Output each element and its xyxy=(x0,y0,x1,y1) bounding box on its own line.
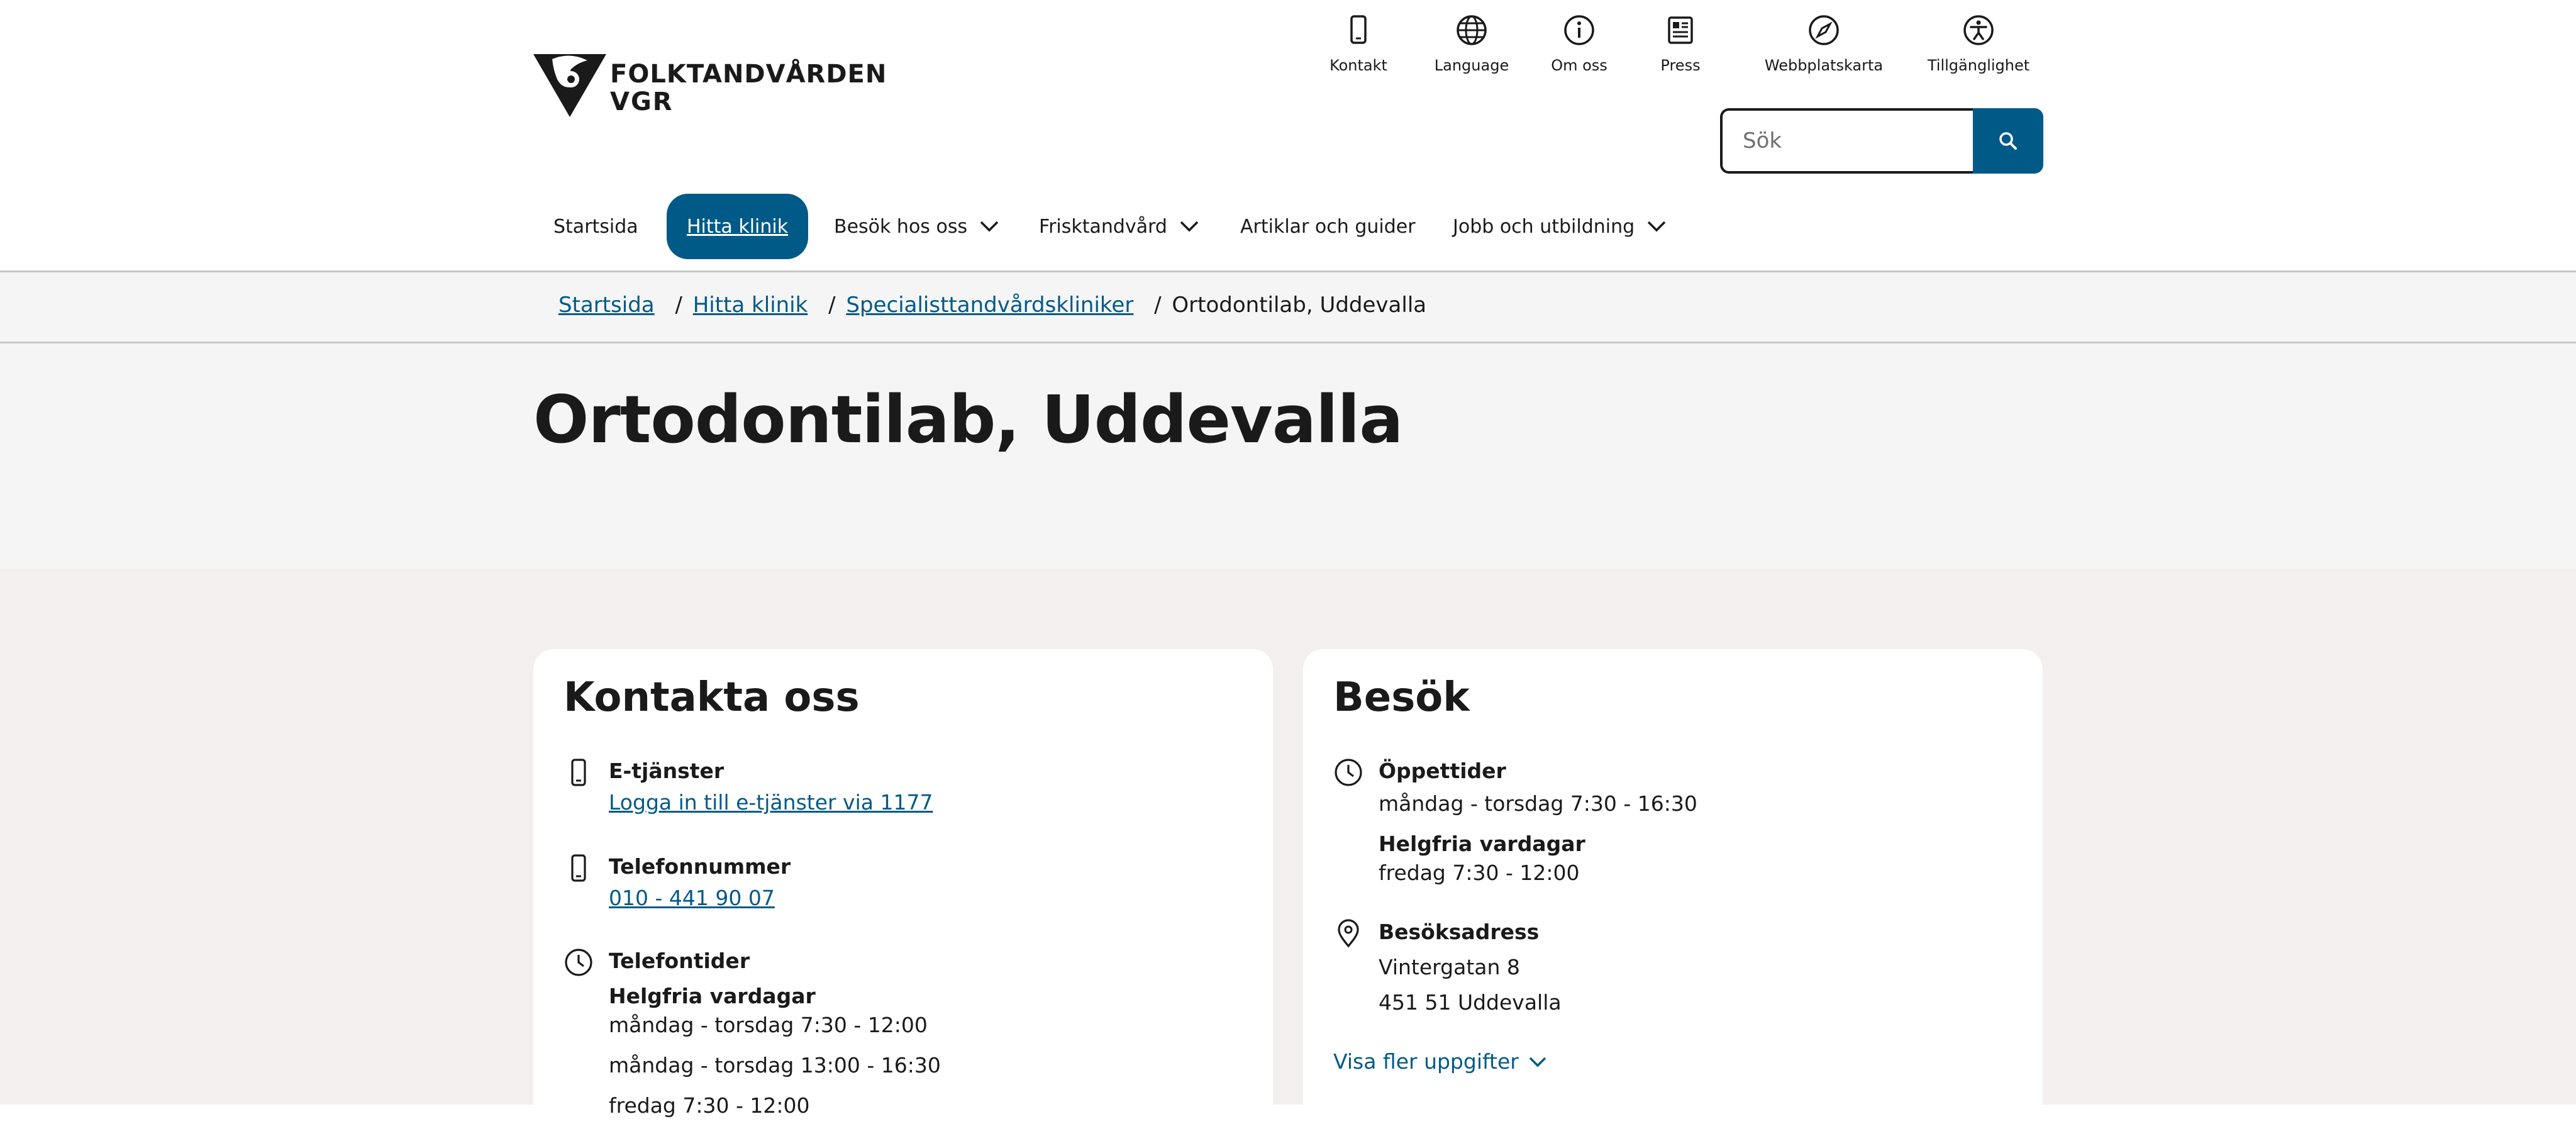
phone-icon xyxy=(1350,15,1367,44)
phone-hours-subheading: Helgfria vardagar xyxy=(609,984,816,1008)
chevron-down-icon xyxy=(980,221,999,232)
phone-icon xyxy=(571,759,586,786)
utility-press[interactable]: Press xyxy=(1655,13,1706,74)
clock-icon xyxy=(1335,759,1362,786)
utility-tillganglighet[interactable]: Tillgänglighet xyxy=(1928,13,2029,74)
phone-hours-heading: Telefontider xyxy=(609,949,750,973)
search-icon xyxy=(1999,132,2017,150)
breadcrumb-link-specialisttandvardskliniker[interactable]: Specialisttandvårdskliniker xyxy=(846,292,1133,318)
opening-hours-subheading: Helgfria vardagar xyxy=(1379,832,1585,856)
utility-label-press: Press xyxy=(1660,57,1701,74)
opening-hours-block: Öppettider måndag - torsdag 7:30 - 16:30… xyxy=(1333,757,2025,902)
breadcrumb-link-startsida[interactable]: Startsida xyxy=(558,292,655,318)
utility-webbplatskarta[interactable]: Webbplatskarta xyxy=(1764,13,1884,74)
nav-artiklar-och-guider[interactable]: Artiklar och guider xyxy=(1240,194,1416,259)
opening-hours-line: måndag - torsdag 7:30 - 16:30 xyxy=(1379,791,1697,816)
eservices-login-link[interactable]: Logga in till e-tjänster via 1177 xyxy=(609,785,1238,820)
visit-card-title: Besök xyxy=(1333,674,1470,721)
main-nav: Startsida Hitta klinik Besök hos oss Fri… xyxy=(533,194,1728,259)
logo-mark-icon xyxy=(533,54,606,117)
visit-card: Besök Öppettider måndag - torsdag 7:30 -… xyxy=(1303,649,2043,1127)
phone-hours-block: Telefontider Helgfria vardagar måndag - … xyxy=(564,947,1255,1136)
utility-om-oss[interactable]: Om oss xyxy=(1551,13,1607,74)
contact-card-title: Kontakta oss xyxy=(564,674,860,721)
site-header: FOLKTANDVÅRDEN VGR Kontakt Language Om o… xyxy=(0,0,2576,270)
logo-wordmark-line2: VGR xyxy=(610,87,674,116)
show-more-details-link[interactable]: Visa fler uppgifter xyxy=(1333,1049,1546,1074)
nav-label: Frisktandvård xyxy=(1039,215,1167,238)
breadcrumb-separator: / xyxy=(828,292,836,318)
eservices-block: E-tjänster Logga in till e-tjänster via … xyxy=(564,757,1255,827)
visit-address-city: 451 51 Uddevalla xyxy=(1379,990,1562,1015)
breadcrumb-bar: Startsida / Hitta klinik / Specialisttan… xyxy=(0,272,2576,343)
utility-label-om-oss: Om oss xyxy=(1551,57,1607,74)
phone-hours-line: måndag - torsdag 13:00 - 16:30 xyxy=(609,1053,941,1078)
logo-wordmark-line1: FOLKTANDVÅRDEN xyxy=(610,60,887,89)
chevron-down-icon xyxy=(1529,1057,1546,1067)
breadcrumb-link-hitta-klinik[interactable]: Hitta klinik xyxy=(693,292,808,318)
compass-icon xyxy=(1809,15,1839,45)
search-button[interactable] xyxy=(1973,108,2043,174)
nav-besok-hos-oss[interactable]: Besök hos oss xyxy=(834,194,999,259)
utility-kontakt[interactable]: Kontakt xyxy=(1330,13,1387,74)
opening-hours-heading: Öppettider xyxy=(1379,759,1506,783)
folktandvarden-logo[interactable]: FOLKTANDVÅRDEN VGR xyxy=(533,54,886,120)
newspaper-icon xyxy=(1668,16,1693,44)
page-title: Ortodontilab, Uddevalla xyxy=(533,381,1403,458)
visit-address-street: Vintergatan 8 xyxy=(1379,955,1520,979)
nav-label: Besök hos oss xyxy=(834,215,968,238)
title-band: Ortodontilab, Uddevalla xyxy=(0,343,2576,569)
chevron-down-icon xyxy=(1180,221,1199,232)
opening-hours-line: fredag 7:30 - 12:00 xyxy=(1379,860,1580,885)
breadcrumb-current: Ortodontilab, Uddevalla xyxy=(1172,292,1427,318)
phone-number-link[interactable]: 010 - 441 90 07 xyxy=(609,881,1238,916)
contact-card: Kontakta oss E-tjänster Logga in till e-… xyxy=(533,649,1273,1127)
utility-label-language: Language xyxy=(1434,57,1509,74)
phone-number-heading: Telefonnummer xyxy=(609,854,791,879)
nav-label: Hitta klinik xyxy=(687,215,789,238)
nav-startsida[interactable]: Startsida xyxy=(553,194,638,259)
info-icon xyxy=(1564,15,1594,45)
nav-frisktandvard[interactable]: Frisktandvård xyxy=(1039,194,1199,259)
search-input[interactable] xyxy=(1720,108,1973,174)
clock-icon xyxy=(565,949,592,976)
accessibility-icon xyxy=(1963,15,1994,45)
utility-label-tillganglighet: Tillgänglighet xyxy=(1927,57,2030,74)
utility-label-kontakt: Kontakt xyxy=(1330,57,1387,74)
globe-icon xyxy=(1457,15,1487,45)
main-content: Kontakta oss E-tjänster Logga in till e-… xyxy=(0,569,2576,1127)
phone-icon xyxy=(571,854,586,882)
visit-address-heading: Besöksadress xyxy=(1379,920,1540,944)
chevron-down-icon xyxy=(1647,221,1666,232)
utility-label-webbplatskarta: Webbplatskarta xyxy=(1764,57,1884,74)
nav-hitta-klinik[interactable]: Hitta klinik xyxy=(667,194,809,259)
utility-language[interactable]: Language xyxy=(1434,13,1509,74)
breadcrumb: Startsida / Hitta klinik / Specialisttan… xyxy=(558,292,1426,318)
breadcrumb-separator: / xyxy=(1154,292,1162,318)
show-more-label: Visa fler uppgifter xyxy=(1333,1049,1519,1074)
nav-label: Startsida xyxy=(553,215,638,238)
nav-jobb-och-utbildning[interactable]: Jobb och utbildning xyxy=(1453,194,1666,259)
eservices-heading: E-tjänster xyxy=(609,759,724,783)
search-form xyxy=(1720,108,2043,174)
phone-hours-line: fredag 7:30 - 12:00 xyxy=(609,1093,810,1118)
nav-label: Artiklar och guider xyxy=(1240,215,1416,238)
visit-address-block: Besöksadress Vintergatan 8 451 51 Uddeva… xyxy=(1333,918,2025,1032)
location-pin-icon xyxy=(1338,919,1359,948)
phone-hours-line: måndag - torsdag 7:30 - 12:00 xyxy=(609,1013,928,1037)
nav-label: Jobb och utbildning xyxy=(1453,215,1635,238)
breadcrumb-separator: / xyxy=(675,292,682,318)
phone-number-block: Telefonnummer 010 - 441 90 07 xyxy=(564,853,1255,922)
